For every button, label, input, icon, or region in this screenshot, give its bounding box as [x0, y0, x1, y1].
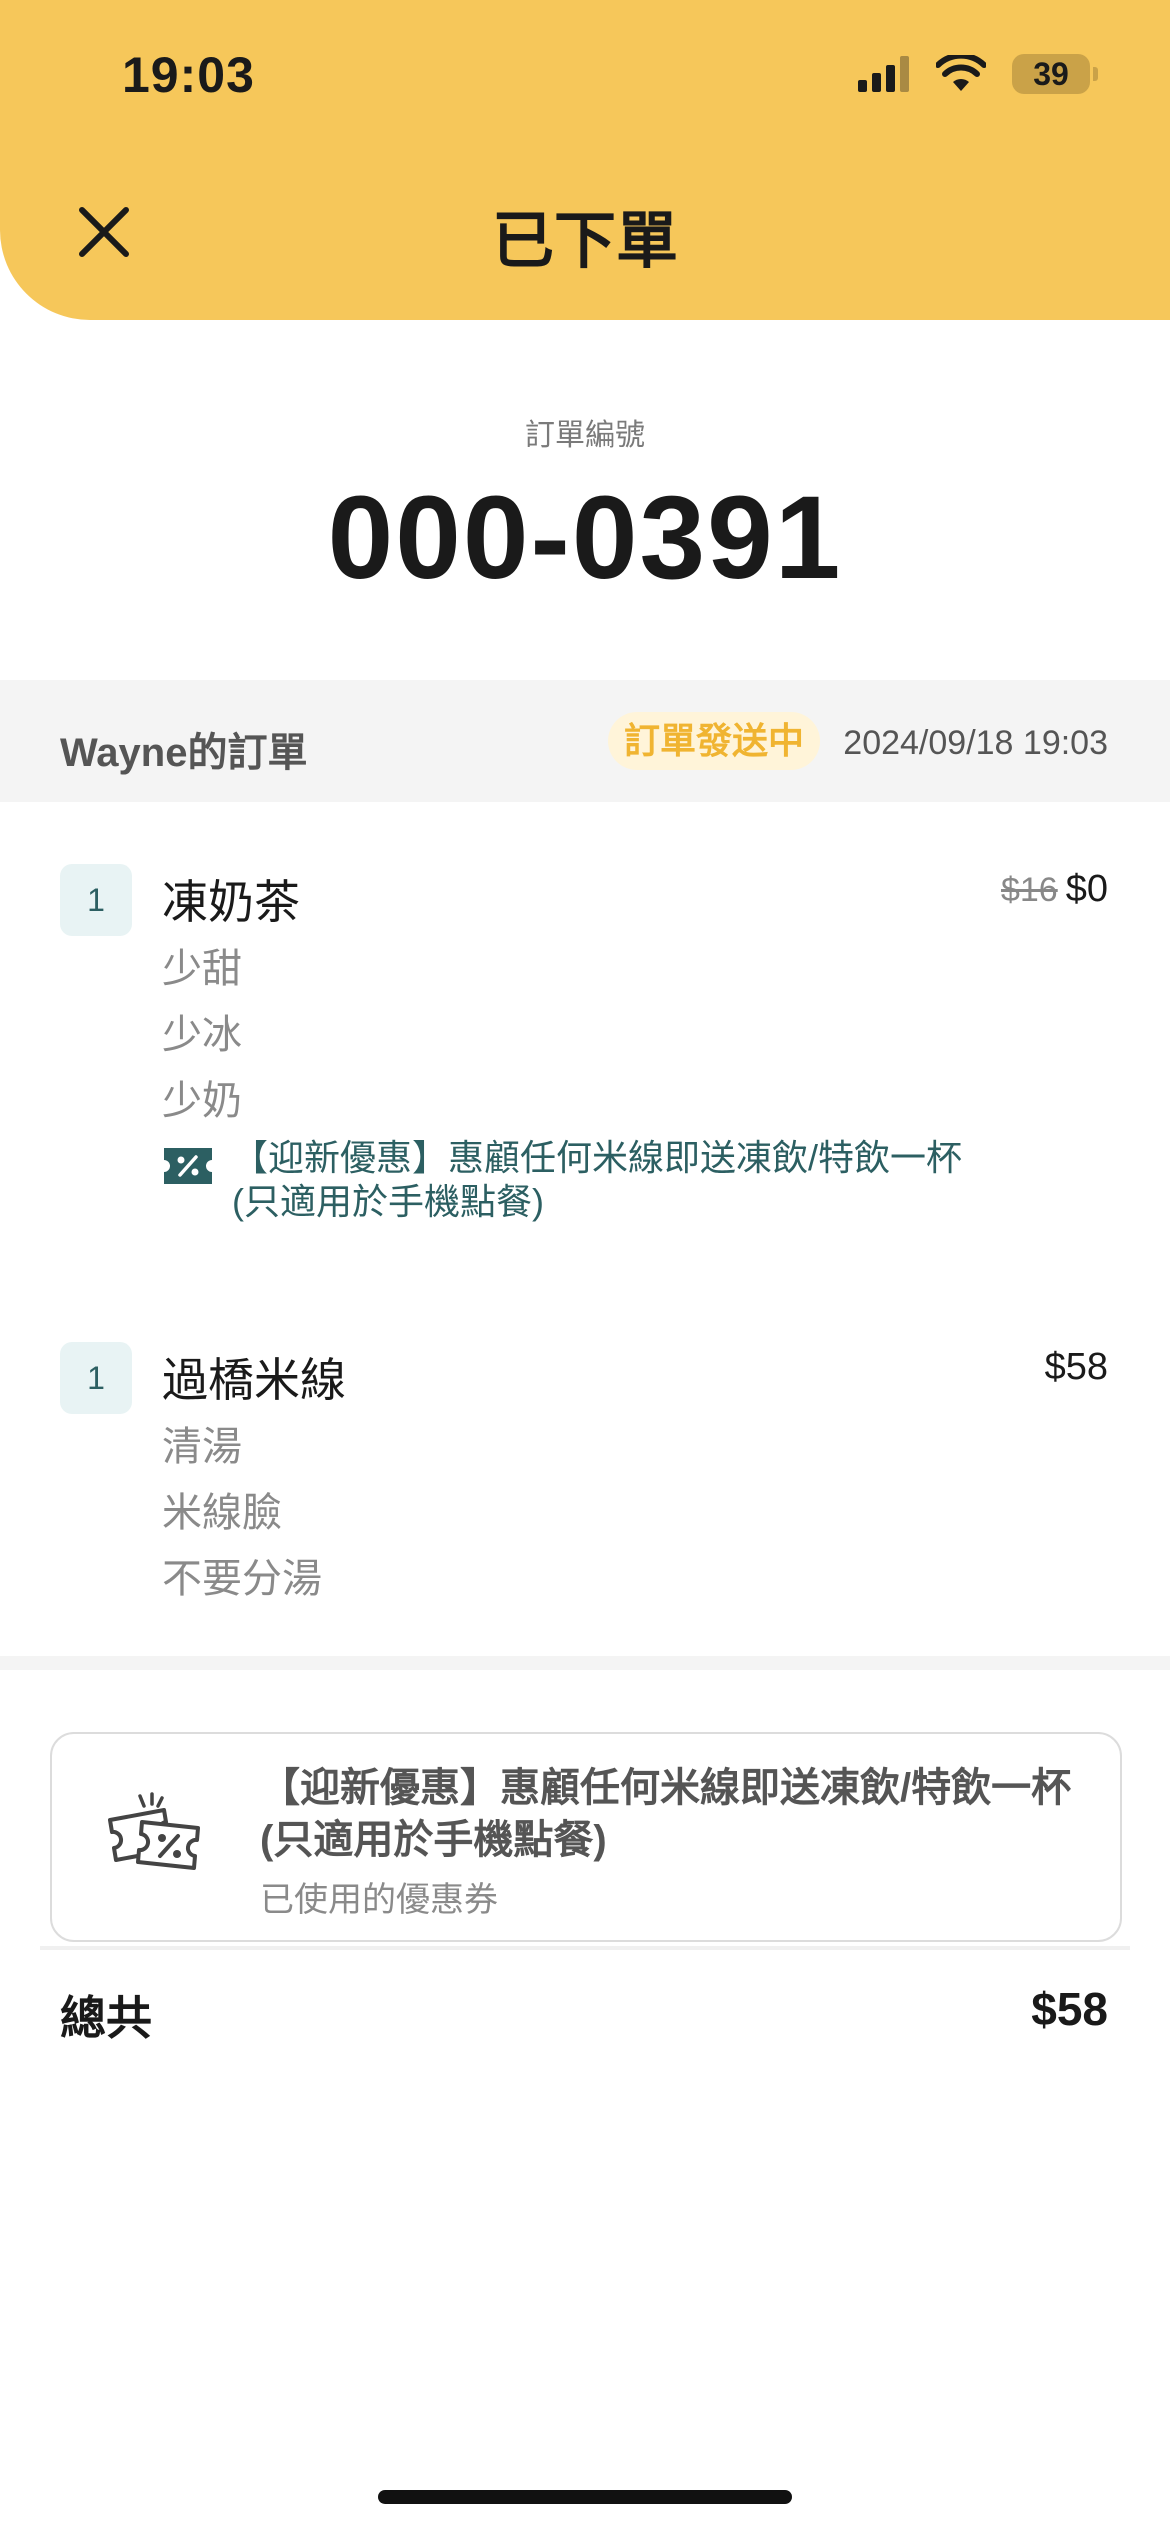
item-option: 清湯: [162, 1425, 242, 1469]
order-number-label: 訂單編號: [525, 419, 645, 452]
status-icons: 39: [858, 54, 1098, 94]
item-option: 米線臉: [162, 1491, 282, 1535]
item-price: $16 $0: [1001, 868, 1108, 911]
order-owner: Wayne的訂單: [60, 731, 308, 775]
order-info-bar: Wayne的訂單 訂單發送中 2024/09/18 19:03: [0, 680, 1170, 802]
item-option: 不要分湯: [162, 1557, 322, 1601]
total-value: $58: [1031, 1983, 1108, 2035]
wifi-icon: [936, 55, 986, 91]
order-number: 000-0391: [327, 472, 843, 604]
item-promo-text: 【迎新優惠】惠顧任何米線即送凍飲/特飲一杯(只適用於手機點餐): [232, 1137, 963, 1222]
total-divider: [40, 1946, 1130, 1950]
item-option: 少冰: [162, 1013, 242, 1057]
coupon-icon: [108, 1792, 200, 1870]
item-option: 少奶: [162, 1079, 242, 1123]
status-time: 19:03: [122, 47, 255, 103]
item-original-price: $16: [1000, 871, 1058, 909]
status-badge: 訂單發送中: [608, 712, 821, 770]
section-divider: [0, 1656, 1170, 1670]
item-price: $58: [1044, 1346, 1108, 1388]
item-option: 少甜: [162, 947, 242, 991]
coupon-title: 【迎新優惠】惠顧任何米線即送凍飲/特飲一杯(只適用於手機點餐): [260, 1766, 1072, 1862]
home-indicator[interactable]: [378, 2490, 792, 2504]
coupon-subtitle: 已使用的優惠券: [260, 1881, 498, 1919]
item-quantity: 1: [60, 1342, 132, 1414]
signal-icon: [858, 56, 909, 92]
used-coupon-card[interactable]: 【迎新優惠】惠顧任何米線即送凍飲/特飲一杯(只適用於手機點餐) 已使用的優惠券: [50, 1732, 1122, 1942]
item-name: 凍奶茶: [162, 876, 300, 928]
battery-icon: 39: [1012, 54, 1098, 94]
discount-icon: [164, 1148, 212, 1184]
item-name: 過橋米線: [162, 1354, 346, 1406]
battery-level: 39: [1033, 55, 1069, 92]
header-bar: 19:03 39 已下單: [0, 0, 1170, 320]
page-title: 已下單: [491, 207, 678, 276]
item-promo: 【迎新優惠】惠顧任何米線即送凍飲/特飲一杯(只適用於手機點餐): [162, 1136, 962, 1224]
item-quantity: 1: [60, 864, 132, 936]
item-final-price: $0: [1065, 868, 1108, 910]
total-label: 總共: [60, 1992, 152, 2044]
order-datetime: 2024/09/18 19:03: [843, 724, 1108, 762]
